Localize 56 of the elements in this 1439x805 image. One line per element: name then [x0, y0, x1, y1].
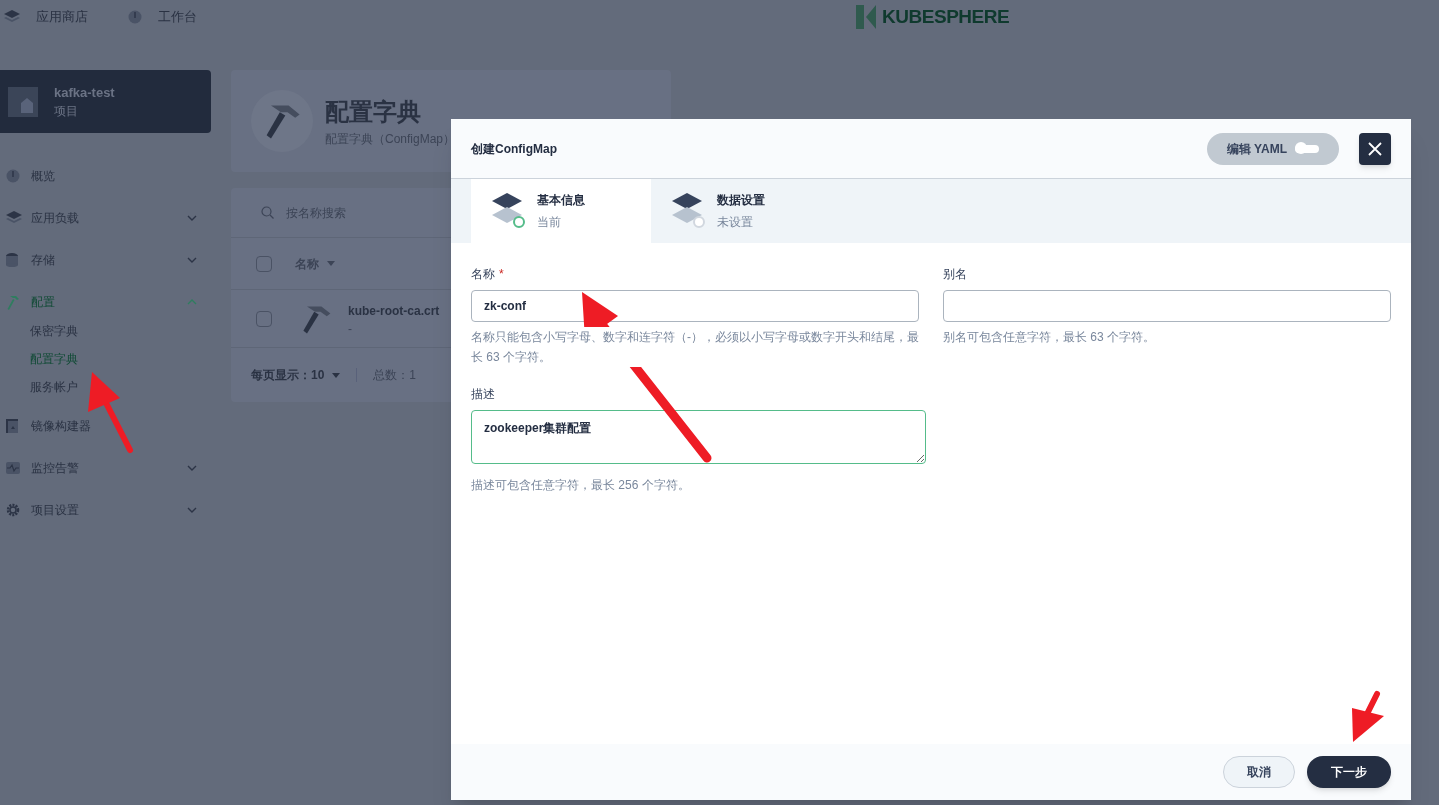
input-field[interactable] — [943, 290, 1391, 322]
project-type: 项目 — [54, 103, 79, 121]
page-title: 配置字典 — [325, 97, 422, 127]
gauge-icon — [6, 169, 20, 183]
project-name: kafka-test — [54, 83, 115, 102]
step-title: 数据设置 — [717, 192, 765, 209]
row-description: - — [348, 321, 353, 338]
cancel-button[interactable]: 取消 — [1223, 756, 1295, 788]
step-status: 当前 — [537, 214, 562, 231]
chevron-up-icon — [187, 299, 197, 305]
search-icon — [261, 206, 274, 219]
step-tab[interactable]: 基本信息 当前 — [471, 179, 651, 243]
image-icon — [6, 419, 18, 433]
settings-icon — [6, 503, 20, 517]
input-field[interactable]: zk-conf — [471, 290, 919, 322]
row-name[interactable]: kube-root-ca.crt — [348, 302, 440, 320]
database-icon — [6, 253, 18, 267]
hammer-icon — [6, 294, 20, 310]
close-icon — [1368, 141, 1382, 156]
logo-text: KUBESPHERE — [882, 4, 1010, 29]
step-status: 未设置 — [717, 214, 754, 231]
field-label: 名称 — [471, 266, 495, 283]
caret-icon — [332, 372, 341, 378]
checkbox[interactable] — [256, 310, 272, 327]
page-size-dropdown[interactable]: 每页显示：10 — [251, 366, 341, 384]
chevron-down-icon — [187, 507, 197, 513]
chevron-down-icon — [187, 215, 197, 221]
chevron-down-icon — [187, 257, 197, 263]
project-card[interactable]: kafka-test 项目 — [0, 70, 211, 133]
yaml-toggle[interactable]: 编辑 YAML — [1206, 132, 1339, 165]
field-label: 别名 — [943, 266, 968, 283]
layers-icon — [491, 193, 525, 229]
textarea-field[interactable]: zookeeper集群配置 — [471, 410, 926, 464]
caret-icon — [327, 261, 335, 266]
layers-icon — [671, 193, 705, 229]
gauge-icon — [128, 10, 142, 24]
step-title: 基本信息 — [537, 192, 585, 209]
sidebar-item[interactable]: 配置 — [0, 281, 211, 323]
sidebar-subitem[interactable]: 配置字典 — [0, 345, 211, 373]
project-icon — [8, 86, 38, 117]
field-hint: 别名可包含任意字符，最长 63 个字符。 — [943, 329, 1156, 346]
checkbox[interactable] — [256, 255, 272, 272]
field-label: 描述 — [471, 386, 496, 403]
close-button[interactable] — [1359, 132, 1391, 165]
layers-icon — [4, 10, 20, 24]
step-tab[interactable]: 数据设置 未设置 — [651, 179, 831, 243]
pulse-icon — [6, 462, 20, 474]
layers-icon — [6, 211, 22, 225]
modal-title: 创建ConfigMap — [471, 140, 558, 158]
next-button[interactable]: 下一步 — [1307, 756, 1391, 788]
field-hint: 名称只能包含小写字母、数字和连字符（-），必须以小写字母或数字开头和结尾，最长 63 个字符。 — [471, 327, 919, 367]
logo-icon — [856, 5, 878, 29]
required-mark: * — [499, 266, 504, 283]
chevron-down-icon — [187, 465, 197, 471]
field-hint: 描述可包含任意字符，最长 256 个字符。 — [471, 477, 691, 494]
annotation-arrow — [1352, 691, 1384, 742]
